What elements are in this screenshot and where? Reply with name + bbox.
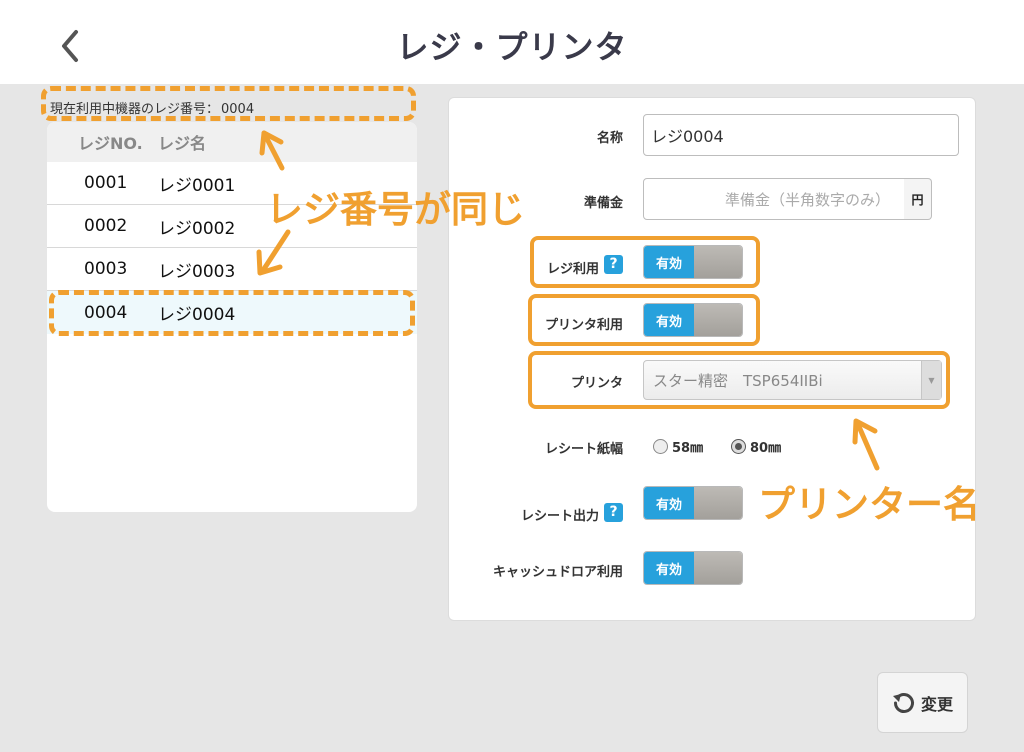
annotation-arrows [256, 130, 880, 471]
annotation-same-number: レジ番号が同じ [266, 188, 525, 231]
annotation-printer-name: プリンター名 [758, 483, 980, 526]
